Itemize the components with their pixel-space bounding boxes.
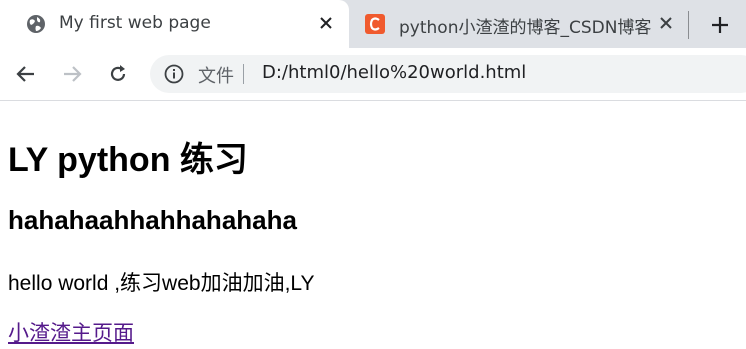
plus-icon (712, 17, 728, 33)
arrow-right-icon (64, 66, 82, 82)
info-icon[interactable] (164, 64, 184, 84)
forward-button[interactable] (58, 60, 86, 88)
url-text[interactable]: D:/html0/hello%20world.html (262, 62, 526, 83)
back-button[interactable] (12, 60, 40, 88)
page-paragraph: hello world ,练习web加油加油,LY (8, 272, 315, 295)
tab-divider (688, 11, 689, 39)
tab-strip: My first web page python小渣渣的博客_CSDN博客 (0, 0, 746, 48)
reload-button[interactable] (104, 60, 132, 88)
tab-inactive[interactable]: python小渣渣的博客_CSDN博客 (349, 0, 689, 48)
browser-toolbar: 文件 D:/html0/hello%20world.html (0, 48, 746, 101)
arrow-left-icon (16, 66, 34, 82)
globe-icon (26, 14, 46, 34)
tab-title: My first web page (59, 13, 211, 33)
security-label: 文件 (198, 66, 234, 87)
tab-title: python小渣渣的博客_CSDN博客 (399, 18, 651, 38)
address-separator (243, 64, 244, 84)
page-heading: LY python 练习 (8, 141, 248, 179)
close-tab-icon[interactable] (655, 12, 677, 34)
page-subheading: hahahaahhahhahahaha (8, 205, 297, 235)
reload-icon (110, 65, 126, 81)
csdn-logo-icon (365, 14, 385, 34)
close-tab-icon[interactable] (315, 12, 337, 34)
tab-active[interactable]: My first web page (0, 0, 349, 48)
new-tab-button[interactable] (707, 12, 733, 38)
homepage-link[interactable]: 小渣渣主页面 (8, 317, 134, 347)
address-bar[interactable]: 文件 D:/html0/hello%20world.html (150, 55, 746, 93)
